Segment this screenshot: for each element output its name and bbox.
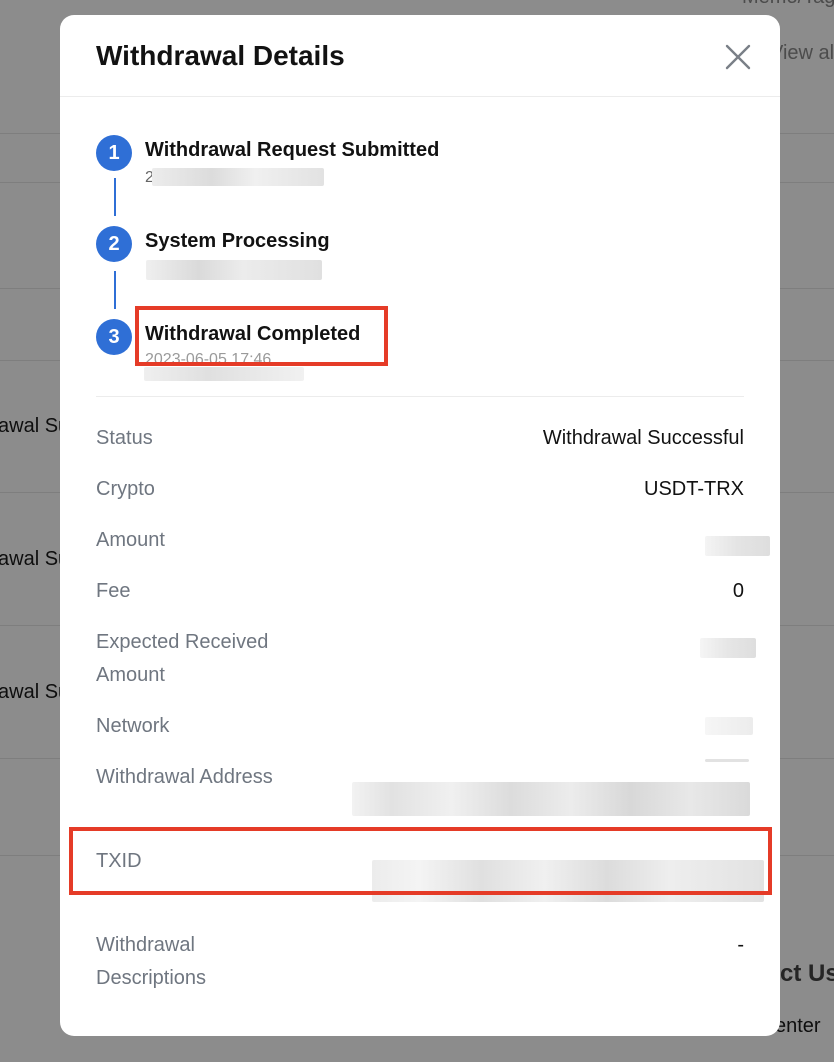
step-connector bbox=[114, 271, 116, 309]
redacted-timestamp bbox=[152, 168, 324, 186]
withdrawal-descriptions-value: - bbox=[737, 934, 744, 956]
expected-received-label-line2: Amount bbox=[96, 664, 165, 686]
redacted-address bbox=[352, 782, 750, 816]
step-connector bbox=[114, 178, 116, 216]
modal-title: Withdrawal Details bbox=[96, 40, 345, 71]
status-value: Withdrawal Successful bbox=[542, 427, 744, 449]
withdrawal-address-label: Withdrawal Address bbox=[96, 766, 273, 788]
section-divider bbox=[96, 396, 744, 397]
close-icon bbox=[725, 44, 751, 70]
close-button[interactable] bbox=[720, 39, 756, 75]
network-label: Network bbox=[96, 715, 170, 737]
amount-label: Amount bbox=[96, 529, 165, 551]
step-number-badge: 3 bbox=[96, 319, 132, 355]
withdrawal-descriptions-label-line1: Withdrawal bbox=[96, 934, 195, 956]
redacted-txid[interactable] bbox=[372, 860, 764, 902]
withdrawal-details-modal: Withdrawal Details 1 Withdrawal Request … bbox=[60, 15, 780, 1036]
expected-received-label-line1: Expected Received bbox=[96, 631, 269, 653]
redacted-amount bbox=[705, 536, 770, 556]
modal-header: Withdrawal Details bbox=[60, 15, 780, 97]
step-label: System Processing bbox=[145, 230, 330, 252]
redacted-mark bbox=[705, 759, 749, 762]
step-number-badge: 1 bbox=[96, 135, 132, 171]
fee-value: 0 bbox=[732, 580, 744, 602]
step-label: Withdrawal Completed bbox=[145, 323, 361, 345]
step-number-badge: 2 bbox=[96, 226, 132, 262]
withdrawal-descriptions-label-line2: Descriptions bbox=[96, 967, 207, 989]
redacted-timestamp bbox=[144, 367, 304, 381]
crypto-value: USDT-TRX bbox=[644, 478, 744, 500]
step-label: Withdrawal Request Submitted bbox=[145, 139, 440, 161]
redacted-expected-amount bbox=[700, 638, 756, 658]
crypto-label: Crypto bbox=[96, 478, 155, 500]
redacted-network bbox=[705, 717, 753, 735]
fee-label: Fee bbox=[96, 580, 131, 602]
txid-label: TXID bbox=[96, 850, 142, 872]
status-label: Status bbox=[96, 427, 153, 449]
redacted-timestamp bbox=[146, 260, 322, 280]
